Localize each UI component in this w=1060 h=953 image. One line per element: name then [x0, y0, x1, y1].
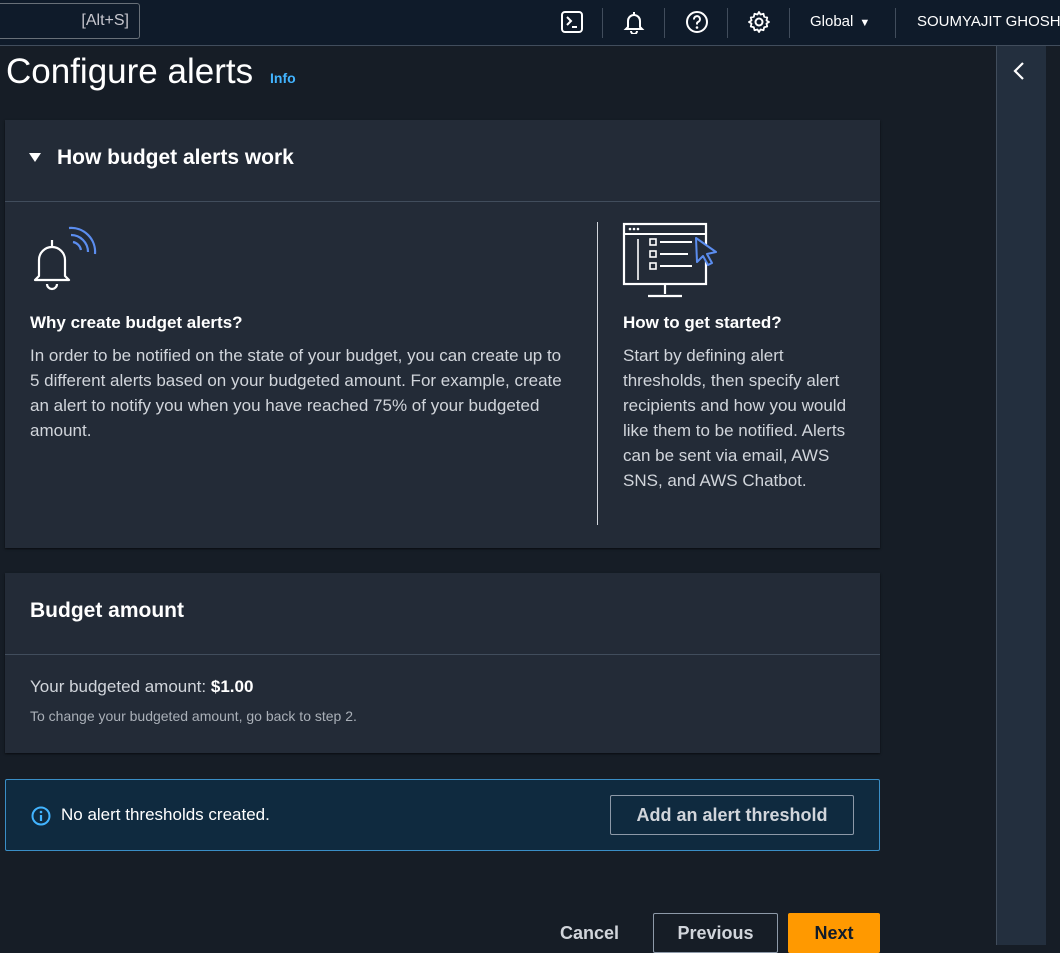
expandable-section-header[interactable]: How budget alerts work [5, 120, 880, 202]
column-divider [597, 222, 598, 525]
caret-down-icon: ▼ [859, 17, 871, 29]
scrollbar-track[interactable] [1046, 46, 1060, 945]
top-navigation-bar: [Alt+S] Global ▼ SOUMYAJIT GHOSH [0, 0, 1060, 46]
search-shortcut-hint: [Alt+S] [81, 12, 129, 29]
bell-icon[interactable] [622, 10, 646, 35]
help-panel-rail [996, 46, 1046, 945]
no-thresholds-message: No alert thresholds created. [61, 805, 270, 824]
page-title: Configure alerts [6, 52, 254, 91]
budget-amount-heading: Budget amount [30, 599, 184, 622]
get-started-title: How to get started? [623, 313, 782, 332]
previous-button[interactable]: Previous [653, 913, 778, 953]
toolbar-separator [789, 8, 790, 38]
toolbar-separator [727, 8, 728, 38]
toolbar-separator [895, 8, 896, 38]
no-thresholds-alert: No alert thresholds created. Add an aler… [5, 779, 880, 851]
monitor-checklist-icon [622, 222, 722, 309]
cloudshell-icon[interactable] [560, 10, 584, 34]
toolbar-separator [602, 8, 603, 38]
next-button[interactable]: Next [788, 913, 880, 953]
search-input[interactable]: [Alt+S] [0, 3, 140, 39]
why-alerts-title: Why create budget alerts? [30, 313, 243, 332]
add-alert-threshold-button[interactable]: Add an alert threshold [610, 795, 854, 835]
region-label: Global [810, 13, 854, 30]
info-icon [31, 806, 51, 831]
get-started-body: Start by defining alert thresholds, then… [623, 346, 847, 490]
why-alerts-body: In order to be notified on the state of … [30, 346, 562, 440]
panel-header: Budget amount [5, 573, 880, 655]
budgeted-amount-value: $1.00 [210, 677, 254, 696]
gear-icon[interactable] [747, 10, 771, 34]
toolbar-separator [664, 8, 665, 38]
budgeted-amount-row: Your budgeted amount: $1.00 [30, 677, 253, 697]
budget-amount-hint: To change your budgeted amount, go back … [30, 708, 357, 724]
region-selector[interactable]: Global ▼ [810, 13, 870, 30]
how-alerts-work-panel: How budget alerts work Why create budget… [5, 120, 880, 548]
section-heading: How budget alerts work [57, 146, 294, 169]
info-link[interactable]: Info [270, 70, 296, 86]
budget-amount-panel: Budget amount Your budgeted amount: $1.0… [5, 573, 880, 753]
section-body: Why create budget alerts? In order to be… [5, 202, 880, 548]
chevron-left-icon[interactable] [1009, 60, 1031, 82]
cancel-button[interactable]: Cancel [554, 922, 625, 945]
budgeted-amount-label: Your budgeted amount: [30, 677, 207, 696]
help-icon[interactable] [685, 10, 709, 34]
account-menu[interactable]: SOUMYAJIT GHOSH [917, 13, 1060, 30]
caret-down-icon[interactable] [29, 153, 41, 162]
bell-alert-icon [29, 222, 101, 305]
